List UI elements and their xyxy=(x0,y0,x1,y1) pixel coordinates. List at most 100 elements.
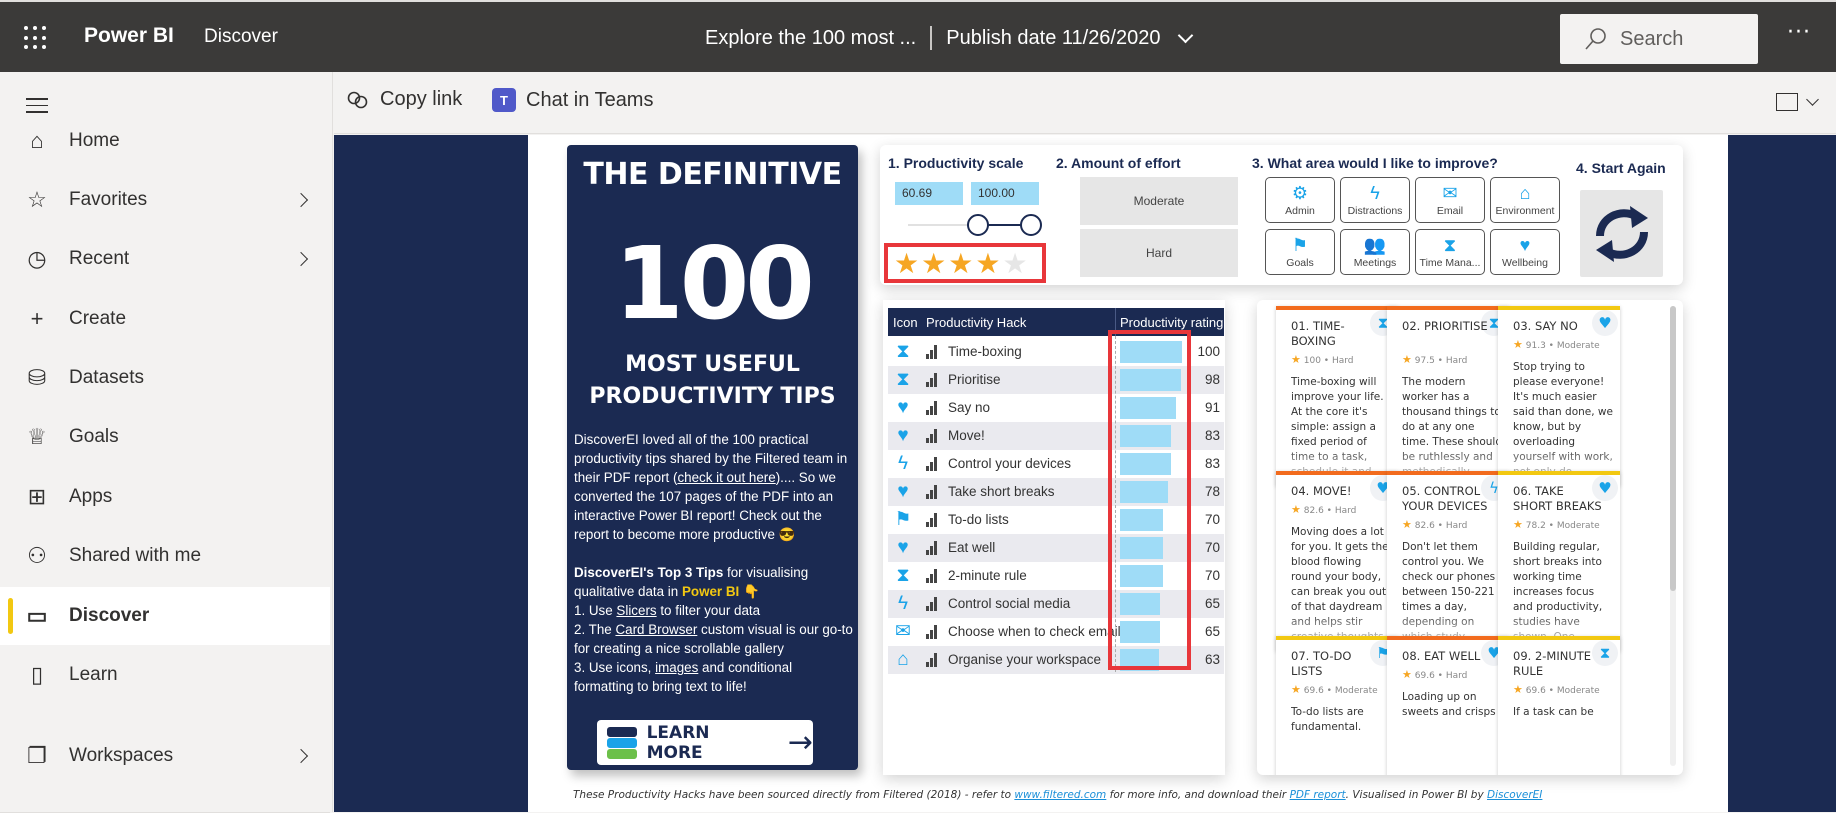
range-max-input[interactable]: 100.00 xyxy=(971,182,1039,205)
sidebar-item-goals[interactable]: ♕ Goals xyxy=(0,408,330,466)
card-browser-link[interactable]: Card Browser xyxy=(615,622,697,637)
chevron-right-icon[interactable] xyxy=(293,192,309,208)
signal-bars-icon xyxy=(926,485,940,499)
card-title: 07. TO-DO LISTS xyxy=(1291,649,1352,678)
view-mode-button[interactable] xyxy=(1776,92,1819,111)
card-title: 02. PRIORITISE xyxy=(1402,319,1488,333)
effort-option-hard[interactable]: Hard xyxy=(1080,229,1238,277)
hack-name: To-do lists xyxy=(948,512,1009,527)
chevron-right-icon[interactable] xyxy=(293,251,309,267)
area-option-email[interactable]: ✉ Email xyxy=(1415,177,1485,223)
tip-card[interactable]: ⚑ 07. TO-DO LISTS ★ 69.6 • Moderate To-d… xyxy=(1276,636,1398,775)
area-option-time-mana[interactable]: ⧗ Time Mana... xyxy=(1415,229,1485,275)
area-option-label: Wellbeing xyxy=(1502,256,1548,269)
range-slider-max-handle[interactable] xyxy=(1020,214,1042,236)
refresh-icon xyxy=(1595,205,1648,262)
chat-in-teams-label: Chat in Teams xyxy=(526,88,654,111)
area-option-environment[interactable]: ⌂ Environment xyxy=(1490,177,1560,223)
sidebar-item-recent[interactable]: ◷ Recent xyxy=(0,230,330,288)
learn-more-button[interactable]: LEARN MORE → xyxy=(597,720,813,765)
column-header-hack[interactable]: Productivity Hack xyxy=(926,315,1026,330)
footnote-text: These Productivity Hacks have been sourc… xyxy=(573,789,1015,801)
sidebar-item-apps[interactable]: ⊞ Apps xyxy=(0,468,330,526)
filtered-link[interactable]: www.filtered.com xyxy=(1014,789,1106,801)
check-it-out-link[interactable]: check it out here xyxy=(677,470,775,485)
sidebar-item-workspaces[interactable]: ❐ Workspaces xyxy=(0,727,330,785)
card-title: 09. 2-MINUTE RULE xyxy=(1513,649,1592,678)
tip-card[interactable]: ⧗ 01. TIME-BOXING ★ 100 • Hard Time-boxi… xyxy=(1276,306,1398,486)
chevron-right-icon[interactable] xyxy=(293,748,309,764)
area-option-distractions[interactable]: ϟ Distractions xyxy=(1340,177,1410,223)
copy-link-label: Copy link xyxy=(380,88,463,110)
area-option-wellbeing[interactable]: ♥ Wellbeing xyxy=(1490,229,1560,275)
hero-subheading: MOST USEFUL PRODUCTIVITY TIPS xyxy=(567,349,858,413)
flag-icon: ⚑ xyxy=(894,509,912,530)
card-score: 82.6 xyxy=(1414,521,1435,531)
tip-card[interactable]: ⧗ 02. PRIORITISE ★ 97.5 • Hard The moder… xyxy=(1387,306,1509,486)
tip-card[interactable]: ♥ 06. TAKE SHORT BREAKS ★ 78.2 • Moderat… xyxy=(1498,471,1620,651)
card-description: Don't let them control you. We check our… xyxy=(1402,540,1502,651)
card-effort: Hard xyxy=(1331,356,1354,366)
sidebar-item-shared-with-me[interactable]: ⚇ Shared with me xyxy=(0,527,330,585)
range-min-input[interactable]: 60.69 xyxy=(895,182,963,205)
card-title: 05. CONTROL YOUR DEVICES xyxy=(1402,484,1488,513)
tip-card[interactable]: ♥ 08. EAT WELL ★ 69.6 • Hard Loading up … xyxy=(1387,636,1509,775)
tip-card[interactable]: ♥ 04. MOVE! ★ 82.6 • Hard Moving does a … xyxy=(1276,471,1398,651)
chevron-down-icon xyxy=(1806,92,1819,106)
card-description: Loading up on sweets and crisps xyxy=(1402,690,1502,775)
images-link[interactable]: images xyxy=(655,660,698,675)
gallery-scrollbar[interactable] xyxy=(1670,306,1676,766)
copy-link-button[interactable]: Copy link xyxy=(346,88,462,111)
column-header-rating[interactable]: Productivity rating xyxy=(1120,315,1223,330)
sidebar-item-create[interactable]: + Create xyxy=(0,290,330,348)
hands-heart-icon: ♥ xyxy=(1519,234,1531,255)
range-slider-min-handle[interactable] xyxy=(967,214,989,236)
section-name: Discover xyxy=(204,26,278,47)
card-effort: Moderate xyxy=(1556,521,1600,531)
hack-name: Organise your workspace xyxy=(948,652,1102,667)
rating-value: 63 xyxy=(1204,652,1220,667)
hack-name: Eat well xyxy=(948,540,996,555)
card-gallery: ⧗ 01. TIME-BOXING ★ 100 • Hard Time-boxi… xyxy=(1257,300,1683,775)
sidebar-item-favorites[interactable]: ☆ Favorites xyxy=(0,171,330,229)
sidebar-item-datasets[interactable]: ⛁ Datasets xyxy=(0,349,330,407)
area-option-meetings[interactable]: 👥 Meetings xyxy=(1340,229,1410,275)
area-option-admin[interactable]: ⚙ Admin xyxy=(1265,177,1335,223)
start-again-title: 4. Start Again xyxy=(1576,160,1666,176)
gear-icon: ⚙ xyxy=(1291,182,1309,203)
brand-name[interactable]: Power BI xyxy=(84,24,174,48)
hands-heart-icon: ♥ xyxy=(897,397,909,418)
sidebar-item-discover[interactable]: ▭ Discover xyxy=(0,587,330,645)
tip-card[interactable]: ϟ 05. CONTROL YOUR DEVICES ★ 82.6 • Hard… xyxy=(1387,471,1509,651)
star-icon: ★ xyxy=(1513,338,1523,351)
column-header-icon[interactable]: Icon xyxy=(893,315,918,330)
start-again-button[interactable] xyxy=(1580,190,1663,277)
card-description: Stop trying to please everyone! It's muc… xyxy=(1513,360,1613,486)
hero-panel: THE DEFINITIVE 100 MOST USEFUL PRODUCTIVI… xyxy=(567,145,858,770)
card-effort: Moderate xyxy=(1556,341,1600,351)
discoverei-link[interactable]: DiscoverEI xyxy=(1487,789,1542,801)
rating-value: 83 xyxy=(1204,428,1220,443)
report-title-bar[interactable]: Explore the 100 most ... Publish date 11… xyxy=(705,26,1194,50)
effort-title: 2. Amount of effort xyxy=(1056,155,1181,171)
effort-option-moderate[interactable]: Moderate xyxy=(1080,177,1238,225)
signal-bars-icon xyxy=(926,373,940,387)
tip-card[interactable]: ⧗ 09. 2-MINUTE RULE ★ 69.6 • Moderate If… xyxy=(1498,636,1620,775)
sidebar-item-learn[interactable]: ▯ Learn xyxy=(0,646,330,704)
sidebar-item-home[interactable]: ⌂ Home xyxy=(0,112,330,170)
app-launcher-icon[interactable] xyxy=(24,26,48,50)
signal-bars-icon xyxy=(926,541,940,555)
area-option-label: Environment xyxy=(1495,204,1555,217)
slicers-link[interactable]: Slicers xyxy=(616,603,656,618)
chat-in-teams-button[interactable]: T Chat in Teams xyxy=(492,88,653,112)
house-icon: ⌂ xyxy=(1519,182,1531,203)
pdf-report-link[interactable]: PDF report xyxy=(1290,789,1346,801)
scrollbar-thumb[interactable] xyxy=(1670,306,1676,591)
search-input[interactable]: Search xyxy=(1560,14,1758,64)
tip-card[interactable]: ♥ 03. SAY NO ★ 91.3 • Moderate Stop tryi… xyxy=(1498,306,1620,486)
more-options-icon[interactable]: ··· xyxy=(1787,20,1811,45)
area-option-goals[interactable]: ⚑ Goals xyxy=(1265,229,1335,275)
star-icon: ★ xyxy=(1513,683,1523,696)
star-rating: ★ ★ ★ ★ ★ xyxy=(884,243,1046,283)
chevron-down-icon[interactable] xyxy=(1178,27,1194,43)
